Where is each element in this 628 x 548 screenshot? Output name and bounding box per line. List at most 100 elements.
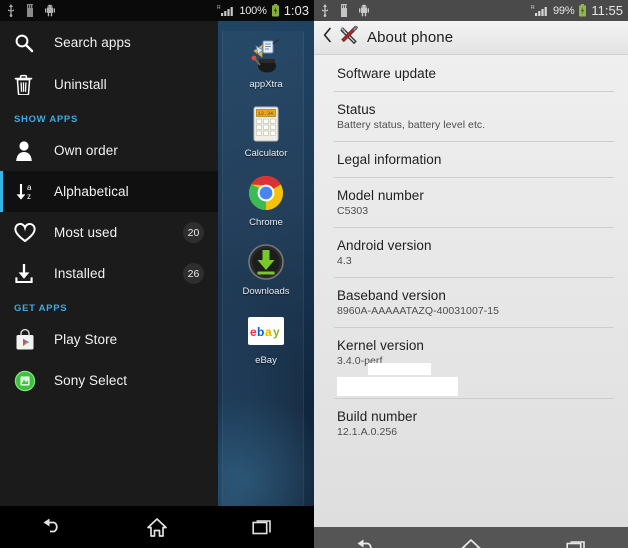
drawer-item-alphabetical[interactable]: az Alphabetical	[0, 171, 218, 212]
app-drawer-menu: Search apps Uninstall SHOW APPS Own orde…	[0, 21, 218, 506]
home-button[interactable]	[129, 506, 185, 548]
drawer-item-play-store[interactable]: Play Store	[0, 319, 218, 360]
recents-button[interactable]	[234, 506, 290, 548]
left-status-bar: R 100% 1:03	[0, 0, 314, 21]
battery-percent-label: 99%	[553, 4, 575, 17]
clock-label: 1:03	[283, 3, 309, 18]
settings-tools-icon	[339, 25, 360, 51]
drawer-item-search-apps[interactable]: Search apps	[0, 21, 218, 64]
recents-button[interactable]	[548, 527, 604, 548]
svg-text:R: R	[531, 5, 535, 11]
drawer-item-sony-select[interactable]: Sony Select	[0, 360, 218, 401]
app-item-appxtra[interactable]: appXtra	[218, 35, 314, 90]
setting-row-baseband-version[interactable]: Baseband version 8960A-AAAAATAZQ-4003100…	[314, 277, 628, 327]
setting-row-kernel-version[interactable]: Kernel version 3.4.0-perf	[314, 327, 628, 398]
redaction-box	[368, 363, 431, 375]
about-phone-list: Software update Status Battery status, b…	[314, 55, 628, 527]
setting-title: Status	[337, 102, 376, 117]
appxtra-icon	[246, 35, 286, 75]
app-item-calculator[interactable]: 12.34 Calculator	[218, 104, 314, 159]
left-navigation-bar	[0, 506, 314, 548]
app-item-chrome[interactable]: Chrome	[218, 173, 314, 228]
right-status-icons	[320, 4, 370, 17]
trash-icon	[14, 74, 46, 95]
battery-icon	[271, 4, 279, 17]
svg-text:R: R	[217, 5, 221, 11]
person-icon	[14, 140, 46, 161]
setting-row-model-number[interactable]: Model number C5303	[314, 177, 628, 227]
svg-text:z: z	[27, 192, 31, 201]
setting-title: Legal information	[337, 152, 442, 167]
setting-title: Model number	[337, 188, 424, 203]
setting-row-status[interactable]: Status Battery status, battery level etc…	[314, 91, 628, 141]
play-store-icon	[14, 328, 46, 351]
left-status-right: R 100% 1:03	[217, 3, 309, 18]
drawer-item-label: Search apps	[54, 35, 131, 50]
app-item-ebay[interactable]: ebay eBay	[218, 311, 314, 366]
svg-text:b: b	[257, 325, 264, 339]
svg-text:y: y	[273, 325, 280, 339]
redaction-box	[337, 377, 458, 396]
dual-screenshot: R 100% 1:03 Search apps Uninstall SHOW A…	[0, 0, 628, 548]
setting-title: Baseband version	[337, 288, 446, 303]
back-button[interactable]	[338, 527, 394, 548]
setting-row-software-update[interactable]: Software update	[314, 55, 628, 91]
android-robot-icon	[45, 4, 55, 17]
back-chevron-icon[interactable]	[323, 27, 332, 48]
left-screen-app-drawer: R 100% 1:03 Search apps Uninstall SHOW A…	[0, 0, 314, 548]
drawer-item-installed[interactable]: Installed 26	[0, 253, 218, 294]
back-button[interactable]	[24, 506, 80, 548]
app-item-label: appXtra	[249, 79, 283, 90]
signal-icon: R	[531, 5, 547, 16]
downloads-icon	[246, 242, 286, 282]
calculator-icon: 12.34	[246, 104, 286, 144]
drawer-item-badge: 26	[183, 263, 204, 284]
setting-row-android-version[interactable]: Android version 4.3	[314, 227, 628, 277]
drawer-item-badge: 20	[183, 222, 204, 243]
svg-text:12.34: 12.34	[258, 111, 273, 117]
app-item-downloads[interactable]: Downloads	[218, 242, 314, 297]
setting-value: Battery status, battery level etc.	[337, 119, 486, 131]
right-status-right: R 99% 11:55	[531, 3, 623, 18]
drawer-item-most-used[interactable]: Most used 20	[0, 212, 218, 253]
app-grid-column: appXtra 12.34 Calculator Chrome Download…	[218, 21, 314, 506]
setting-value: 4.3	[337, 255, 352, 267]
drawer-item-label: Uninstall	[54, 77, 107, 92]
home-button[interactable]	[443, 527, 499, 548]
left-status-icons	[6, 4, 56, 17]
android-robot-icon	[359, 4, 369, 17]
setting-row-build-number[interactable]: Build number 12.1.A.0.256	[314, 398, 628, 448]
svg-text:a: a	[27, 183, 32, 192]
setting-value: C5303	[337, 205, 369, 217]
app-item-label: eBay	[255, 355, 277, 366]
setting-title: Build number	[337, 409, 418, 424]
app-item-label: Downloads	[242, 286, 290, 297]
sd-card-icon	[27, 4, 33, 17]
drawer-item-label: Most used	[54, 225, 118, 240]
signal-icon: R	[217, 5, 234, 16]
setting-title: Kernel version	[337, 338, 424, 353]
app-item-label: Chrome	[249, 217, 283, 228]
drawer-item-label: Alphabetical	[54, 184, 129, 199]
usb-icon	[8, 4, 14, 17]
drawer-item-label: Sony Select	[54, 373, 128, 388]
setting-title: Software update	[337, 66, 437, 81]
left-body: Search apps Uninstall SHOW APPS Own orde…	[0, 21, 314, 506]
drawer-section-get-apps: GET APPS	[14, 303, 68, 314]
svg-text:e: e	[250, 325, 257, 339]
drawer-item-label: Installed	[54, 266, 106, 281]
setting-row-legal-information[interactable]: Legal information	[314, 141, 628, 177]
drawer-item-uninstall[interactable]: Uninstall	[0, 64, 218, 105]
ebay-icon: ebay	[246, 311, 286, 351]
sort-az-icon: az	[14, 181, 46, 203]
download-icon	[14, 263, 46, 284]
drawer-section-show-apps: SHOW APPS	[14, 114, 79, 125]
search-icon	[14, 33, 46, 53]
right-screen-about-phone: R 99% 11:55 About phone Software update …	[314, 0, 628, 548]
drawer-item-label: Own order	[54, 143, 118, 158]
heart-icon	[14, 222, 46, 243]
right-status-bar: R 99% 11:55	[314, 0, 628, 21]
clock-label: 11:55	[591, 3, 623, 18]
drawer-item-own-order[interactable]: Own order	[0, 130, 218, 171]
chrome-icon	[246, 173, 286, 213]
